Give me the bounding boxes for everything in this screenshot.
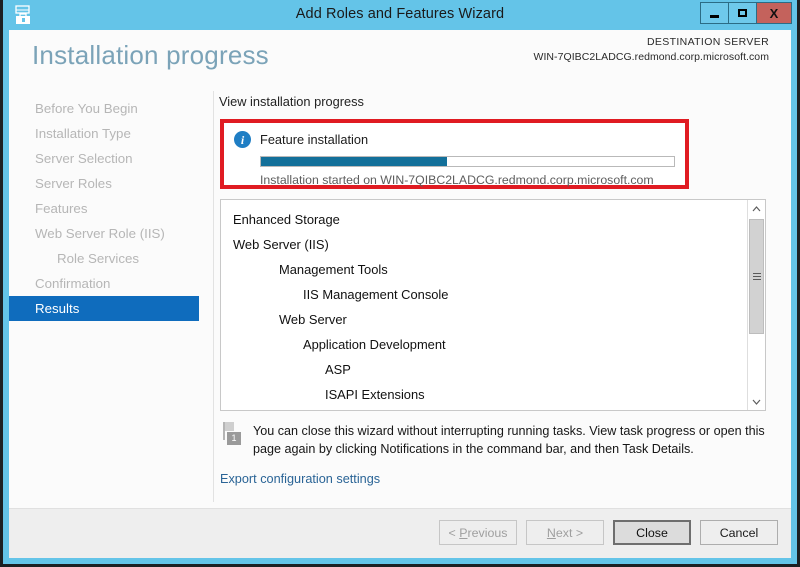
sidebar-item-confirmation[interactable]: Confirmation — [9, 271, 214, 296]
sidebar-item-role-services[interactable]: Role Services — [9, 246, 214, 271]
notification-count-badge: 1 — [227, 432, 241, 445]
window-controls: X — [700, 2, 792, 24]
feature-installation-highlight: i Feature installation Installation star… — [220, 119, 689, 189]
title-bar[interactable]: Add Roles and Features Wizard X — [3, 0, 797, 30]
maximize-button[interactable] — [728, 2, 757, 24]
feature-list-item: ISAPI Extensions — [325, 387, 425, 402]
scrollbar-grip — [752, 271, 761, 282]
installation-progress-bar — [260, 156, 675, 167]
destination-server-label: DESTINATION SERVER — [646, 36, 769, 48]
feature-list-item: Common HTTP Features — [231, 407, 747, 410]
progress-bar-fill — [261, 157, 447, 166]
flag-banner — [225, 422, 234, 431]
cancel-button-label: Cancel — [719, 525, 759, 540]
feature-list-item: Application Development — [303, 337, 446, 352]
features-list-inner: Enhanced Storage Web Server (IIS) Manageme… — [221, 200, 747, 410]
close-button-label: Close — [636, 525, 668, 540]
feature-installation-header: i Feature installation — [234, 131, 675, 148]
sidebar-item-results[interactable]: Results — [9, 296, 199, 321]
close-button[interactable]: Close — [613, 520, 691, 545]
info-icon: i — [234, 131, 251, 148]
feature-installation-title: Feature installation — [260, 132, 369, 147]
section-label: View installation progress — [219, 94, 364, 109]
sidebar-item-server-selection[interactable]: Server Selection — [9, 146, 214, 171]
sidebar-item-before-you-begin[interactable]: Before You Begin — [9, 96, 214, 121]
installation-status-text: Installation started on WIN-7QIBC2LADCG.… — [260, 173, 654, 187]
feature-list-item: Management Tools — [279, 262, 388, 277]
features-list-scrollbar[interactable] — [747, 200, 765, 410]
wizard-step-nav: Before You Begin Installation Type Server … — [9, 88, 214, 508]
close-wizard-notice: 1 You can close this wizard without inte… — [222, 422, 766, 459]
feature-list-item: IIS Management Console — [303, 287, 449, 302]
page-header: Installation progress DESTINATION SERVER… — [9, 30, 791, 88]
notice-text: You can close this wizard without interr… — [253, 424, 765, 456]
previous-button: < Previous — [439, 520, 517, 545]
feature-list-item: Web Server — [279, 312, 347, 327]
sidebar-item-web-server-role-iis[interactable]: Web Server Role (IIS) — [9, 221, 214, 246]
content-pane: View installation progress i Feature ins… — [214, 88, 791, 508]
wizard-window: Add Roles and Features Wizard X Installa… — [3, 0, 797, 564]
scrollbar-thumb[interactable] — [749, 219, 764, 334]
maximize-icon — [738, 9, 747, 17]
main-area: Before You Begin Installation Type Server … — [9, 88, 791, 508]
minimize-button[interactable] — [700, 2, 729, 24]
close-button[interactable]: X — [756, 2, 792, 24]
sidebar-item-features[interactable]: Features — [9, 196, 214, 221]
feature-list-item: Enhanced Storage — [233, 212, 340, 227]
chevron-down-icon[interactable] — [748, 393, 765, 410]
destination-server-name: WIN-7QIBC2LADCG.redmond.corp.microsoft.c… — [533, 51, 769, 64]
export-configuration-settings-link[interactable]: Export configuration settings — [220, 472, 380, 486]
next-button: Next > — [526, 520, 604, 545]
page-title: Installation progress — [32, 40, 269, 70]
destination-server-block: DESTINATION SERVER WIN-7QIBC2LADCG.redmo… — [534, 35, 770, 65]
sidebar-item-installation-type[interactable]: Installation Type — [9, 121, 214, 146]
sidebar-item-server-roles[interactable]: Server Roles — [9, 171, 214, 196]
wizard-page: Installation progress DESTINATION SERVER… — [9, 30, 791, 558]
installed-features-list[interactable]: Enhanced Storage Web Server (IIS) Manageme… — [220, 199, 766, 411]
feature-list-item: Web Server (IIS) — [233, 237, 329, 252]
minimize-icon — [710, 14, 719, 18]
wizard-footer: < Previous Next > Close Cancel — [9, 508, 791, 558]
cancel-button[interactable]: Cancel — [700, 520, 778, 545]
feature-list-item: ASP — [325, 362, 351, 377]
notification-flag-icon: 1 — [222, 422, 244, 448]
chevron-up-icon[interactable] — [748, 200, 765, 217]
window-title: Add Roles and Features Wizard — [295, 6, 505, 22]
scrollbar-track[interactable] — [748, 217, 765, 393]
footer-button-row: < Previous Next > Close Cancel — [439, 520, 778, 545]
close-icon: X — [769, 5, 779, 21]
